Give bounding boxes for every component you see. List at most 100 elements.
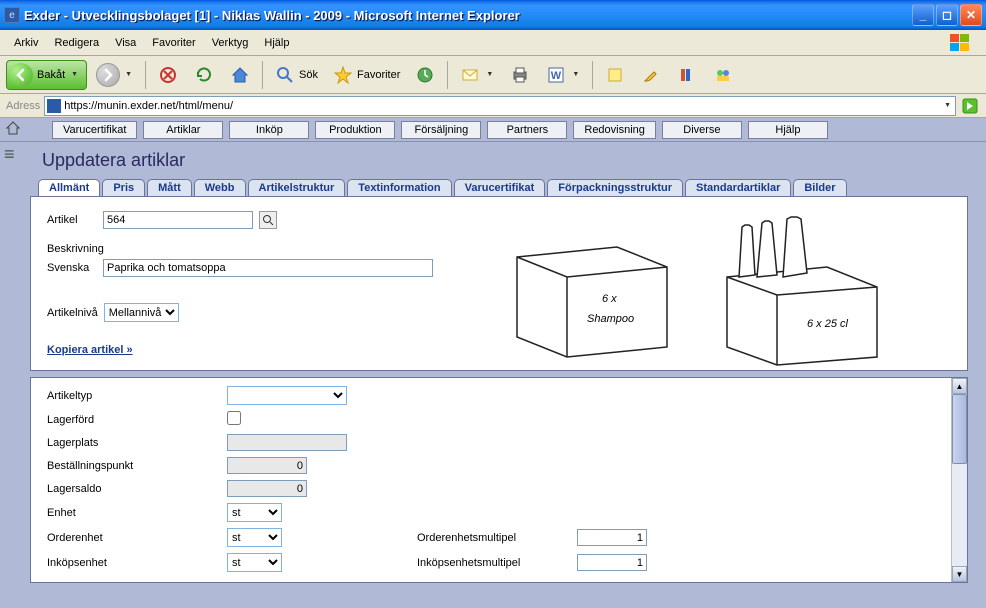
nav-forsaljning[interactable]: Försäljning bbox=[401, 121, 481, 139]
kopiera-artikel-link[interactable]: Kopiera artikel » bbox=[47, 344, 133, 356]
sidebar-toggle-icon[interactable]: ≡ bbox=[4, 150, 15, 158]
menu-verktyg[interactable]: Verktyg bbox=[204, 34, 257, 52]
app-icon: e bbox=[4, 7, 20, 23]
lagerford-label: Lagerförd bbox=[47, 414, 227, 426]
nav-redovisning[interactable]: Redovisning bbox=[573, 121, 656, 139]
edit-button[interactable]: W▼ bbox=[540, 60, 586, 90]
window-close-button[interactable]: ✕ bbox=[960, 4, 982, 26]
refresh-button[interactable] bbox=[188, 60, 220, 90]
windows-logo-icon bbox=[940, 32, 980, 54]
artikel-label: Artikel bbox=[47, 214, 97, 226]
scroll-thumb[interactable] bbox=[952, 394, 967, 464]
messenger-button[interactable] bbox=[707, 60, 739, 90]
artikel-input[interactable] bbox=[103, 211, 253, 229]
menu-redigera[interactable]: Redigera bbox=[46, 34, 107, 52]
go-button[interactable] bbox=[960, 96, 980, 116]
vertical-scrollbar[interactable]: ▲ ▼ bbox=[951, 378, 967, 582]
back-arrow-icon bbox=[9, 63, 33, 87]
stop-button[interactable] bbox=[152, 60, 184, 90]
lagerford-checkbox[interactable] bbox=[227, 411, 241, 425]
tab-varucertifikat[interactable]: Varucertifikat bbox=[454, 179, 546, 196]
menu-hjalp[interactable]: Hjälp bbox=[256, 34, 297, 52]
menu-visa[interactable]: Visa bbox=[107, 34, 144, 52]
stop-icon bbox=[157, 64, 179, 86]
window-minimize-button[interactable]: _ bbox=[912, 4, 934, 26]
nav-diverse[interactable]: Diverse bbox=[662, 121, 742, 139]
content-panel: Artikel Beskrivning Svenska Artikelnivå … bbox=[30, 196, 968, 371]
favorites-button[interactable]: Favoriter bbox=[327, 60, 405, 90]
forward-button[interactable]: ▼ bbox=[91, 59, 139, 91]
history-icon bbox=[414, 64, 436, 86]
tab-webb[interactable]: Webb bbox=[194, 179, 246, 196]
nav-hjalp[interactable]: Hjälp bbox=[748, 121, 828, 139]
tab-artikelstruktur[interactable]: Artikelstruktur bbox=[248, 179, 346, 196]
scroll-down-button[interactable]: ▼ bbox=[952, 566, 967, 582]
tab-allmant[interactable]: Allmänt bbox=[38, 179, 100, 196]
svenska-input[interactable] bbox=[103, 259, 433, 277]
window-maximize-button[interactable]: ◻ bbox=[936, 4, 958, 26]
tab-bilder[interactable]: Bilder bbox=[793, 179, 846, 196]
home-icon bbox=[229, 64, 251, 86]
notes-icon bbox=[604, 64, 626, 86]
nav-partners[interactable]: Partners bbox=[487, 121, 567, 139]
tab-matt[interactable]: Mått bbox=[147, 179, 192, 196]
orderenhet-select[interactable]: st bbox=[227, 528, 282, 547]
search-icon bbox=[274, 64, 296, 86]
inkopsenhet-select[interactable]: st bbox=[227, 553, 282, 572]
page-title: Uppdatera artiklar bbox=[0, 142, 986, 179]
tb-icon-5[interactable] bbox=[635, 60, 667, 90]
address-bar: Adress ▼ bbox=[0, 94, 986, 118]
address-label: Adress bbox=[6, 100, 40, 112]
chevron-down-icon[interactable]: ▼ bbox=[942, 102, 953, 109]
orderenhetsmultipel-input[interactable] bbox=[577, 529, 647, 546]
tab-pris[interactable]: Pris bbox=[102, 179, 145, 196]
svg-text:Shampoo: Shampoo bbox=[587, 313, 634, 325]
lagerplats-input[interactable] bbox=[227, 434, 347, 451]
nav-inkop[interactable]: Inköp bbox=[229, 121, 309, 139]
artikel-search-button[interactable] bbox=[259, 211, 277, 229]
history-button[interactable] bbox=[409, 60, 441, 90]
url-input-wrap[interactable]: ▼ bbox=[44, 96, 956, 116]
lagersaldo-input[interactable] bbox=[227, 480, 307, 497]
print-icon bbox=[509, 64, 531, 86]
home-icon[interactable] bbox=[6, 121, 20, 138]
tab-forpackningsstruktur[interactable]: Förpackningsstruktur bbox=[547, 179, 683, 196]
search-icon bbox=[262, 214, 274, 226]
scroll-up-button[interactable]: ▲ bbox=[952, 378, 967, 394]
nav-produktion[interactable]: Produktion bbox=[315, 121, 395, 139]
search-button[interactable]: Sök bbox=[269, 60, 323, 90]
chevron-down-icon: ▼ bbox=[570, 71, 581, 78]
chevron-down-icon: ▼ bbox=[123, 71, 134, 78]
nav-varucertifikat[interactable]: Varucertifikat bbox=[52, 121, 137, 139]
orderenhet-label: Orderenhet bbox=[47, 532, 227, 544]
bestallningspunkt-input[interactable] bbox=[227, 457, 307, 474]
forward-arrow-icon bbox=[96, 63, 120, 87]
menu-favoriter[interactable]: Favoriter bbox=[144, 34, 203, 52]
home-button[interactable] bbox=[224, 60, 256, 90]
scroll-track[interactable] bbox=[952, 394, 967, 566]
discuss-button[interactable] bbox=[599, 60, 631, 90]
tab-textinformation[interactable]: Textinformation bbox=[347, 179, 451, 196]
artikelniva-select[interactable]: Mellannivå bbox=[104, 303, 179, 322]
chevron-down-icon: ▼ bbox=[484, 71, 495, 78]
url-input[interactable] bbox=[64, 100, 942, 112]
orderenhetsmultipel-label: Orderenhetsmultipel bbox=[417, 532, 577, 544]
inkopsenhetsmultipel-input[interactable] bbox=[577, 554, 647, 571]
artikeltyp-select[interactable] bbox=[227, 386, 347, 405]
menu-arkiv[interactable]: Arkiv bbox=[6, 34, 46, 52]
research-button[interactable] bbox=[671, 60, 703, 90]
nav-artiklar[interactable]: Artiklar bbox=[143, 121, 223, 139]
word-icon: W bbox=[545, 64, 567, 86]
artikelniva-label: Artikelnivå bbox=[47, 307, 98, 319]
print-button[interactable] bbox=[504, 60, 536, 90]
svg-text:W: W bbox=[551, 70, 562, 82]
mail-button[interactable]: ▼ bbox=[454, 60, 500, 90]
back-button[interactable]: Bakåt ▼ bbox=[6, 60, 87, 90]
enhet-select[interactable]: st bbox=[227, 503, 282, 522]
svg-text:6 x 25 cl: 6 x 25 cl bbox=[807, 318, 849, 330]
tab-standardartiklar[interactable]: Standardartiklar bbox=[685, 179, 791, 196]
window-title: Exder - Utvecklingsbolaget [1] - Niklas … bbox=[24, 8, 912, 23]
packaging-illustration: 6 x Shampoo 6 x 25 cl bbox=[487, 207, 907, 367]
artikeltyp-label: Artikeltyp bbox=[47, 390, 227, 402]
highlighter-icon bbox=[640, 64, 662, 86]
